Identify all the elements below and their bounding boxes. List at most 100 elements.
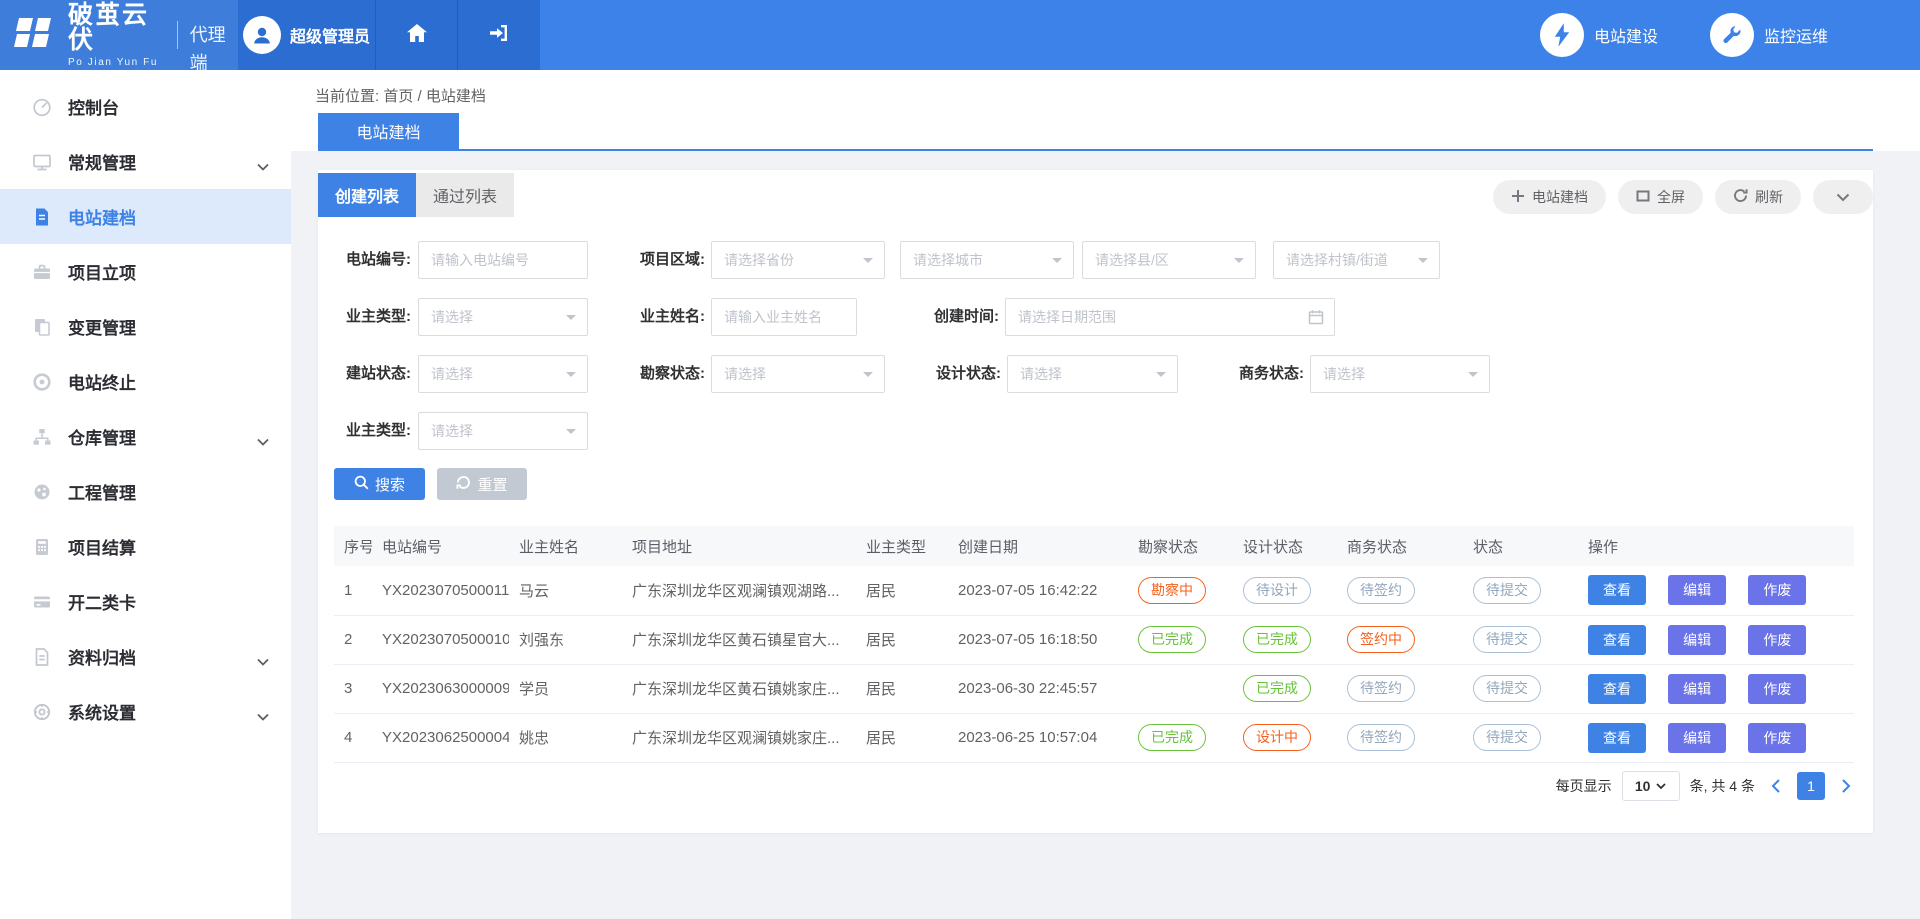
refresh-icon bbox=[1733, 188, 1748, 206]
sidebar-item-station-filing[interactable]: 电站建档 bbox=[0, 189, 291, 244]
next-page-button[interactable] bbox=[1835, 772, 1857, 800]
sidebar-item-project-settlement[interactable]: 项目结算 bbox=[0, 519, 291, 574]
view-button[interactable]: 查看 bbox=[1588, 575, 1646, 605]
chevron-down-icon bbox=[257, 158, 269, 176]
sidebar-item-data-archive[interactable]: 资料归档 bbox=[0, 629, 291, 684]
status-badge: 待提交 bbox=[1473, 577, 1541, 604]
stations-table: 序号 电站编号 业主姓名 项目地址 业主类型 创建日期 勘察状态 设计状态 商务… bbox=[334, 526, 1854, 763]
city-select[interactable]: 请选择城市 bbox=[900, 241, 1074, 279]
fullscreen-button[interactable]: 全屏 bbox=[1618, 180, 1703, 214]
void-button[interactable]: 作废 bbox=[1748, 625, 1806, 655]
sidebar-item-system-settings[interactable]: 系统设置 bbox=[0, 684, 291, 739]
search-button[interactable]: 搜索 bbox=[334, 468, 425, 500]
per-page-select[interactable]: 10 bbox=[1622, 771, 1680, 801]
tab-approved-list[interactable]: 通过列表 bbox=[416, 173, 514, 217]
county-select[interactable]: 请选择县/区 bbox=[1082, 241, 1256, 279]
create-time-label: 创建时间: bbox=[906, 298, 999, 336]
sidebar-item-change-mgmt[interactable]: 变更管理 bbox=[0, 299, 291, 354]
sidebar: 控制台 常规管理 电站建档 项目立项 变更管理 电站终止 仓库管理 工程管理 项… bbox=[0, 70, 291, 919]
list-tabs: 创建列表 通过列表 bbox=[318, 173, 514, 217]
caret-down-icon bbox=[1656, 783, 1666, 789]
current-user[interactable]: 超级管理员 bbox=[238, 0, 375, 70]
sidebar-item-general-mgmt[interactable]: 常规管理 bbox=[0, 134, 291, 189]
status-badge: 勘察中 bbox=[1138, 577, 1206, 604]
breadcrumb-current: 电站建档 bbox=[426, 88, 486, 105]
sidebar-item-warehouse-mgmt[interactable]: 仓库管理 bbox=[0, 409, 291, 464]
refresh-button[interactable]: 刷新 bbox=[1715, 180, 1801, 214]
status-badge: 待签约 bbox=[1347, 724, 1415, 751]
create-time-range-picker[interactable]: 请选择日期范围 bbox=[1005, 298, 1335, 336]
station-no-input[interactable] bbox=[418, 241, 588, 279]
edit-button[interactable]: 编辑 bbox=[1668, 674, 1726, 704]
owner-name-input[interactable] bbox=[711, 298, 857, 336]
status-badge: 待设计 bbox=[1243, 577, 1311, 604]
target-icon bbox=[31, 372, 53, 392]
table-header-row: 序号 电站编号 业主姓名 项目地址 业主类型 创建日期 勘察状态 设计状态 商务… bbox=[334, 526, 1854, 566]
fullscreen-icon bbox=[1636, 189, 1650, 206]
owner-name-label: 业主姓名: bbox=[612, 298, 705, 336]
reset-icon bbox=[456, 475, 471, 494]
edit-button[interactable]: 编辑 bbox=[1668, 575, 1726, 605]
owner-type-label: 业主类型: bbox=[318, 298, 411, 336]
void-button[interactable]: 作废 bbox=[1748, 674, 1806, 704]
portal-label: 代理端 bbox=[177, 21, 238, 49]
build-status-select[interactable]: 请选择 bbox=[418, 355, 588, 393]
create-station-button[interactable]: 电站建档 bbox=[1493, 180, 1606, 214]
station-no-label: 电站编号: bbox=[318, 241, 411, 279]
view-button[interactable]: 查看 bbox=[1588, 723, 1646, 753]
settings-gear-icon bbox=[31, 702, 53, 722]
status-badge: 签约中 bbox=[1347, 626, 1415, 653]
nav-monitor-ops-label: 监控运维 bbox=[1764, 23, 1828, 47]
brand-name: 破茧云伏 bbox=[68, 3, 165, 53]
breadcrumb-home-link[interactable]: 首页 bbox=[383, 88, 413, 105]
table-row: 4 YX2023062500004 姚忠 广东深圳龙华区观澜镇姚家庄... 居民… bbox=[334, 713, 1854, 762]
business-status-label: 商务状态: bbox=[1211, 355, 1304, 393]
logout-button[interactable] bbox=[457, 0, 540, 70]
sidebar-item-station-termination[interactable]: 电站终止 bbox=[0, 354, 291, 409]
sidebar-item-open-type2-card[interactable]: 开二类卡 bbox=[0, 574, 291, 629]
town-select[interactable]: 请选择村镇/街道 bbox=[1273, 241, 1440, 279]
province-select[interactable]: 请选择省份 bbox=[711, 241, 885, 279]
business-status-select[interactable]: 请选择 bbox=[1310, 355, 1490, 393]
void-button[interactable]: 作废 bbox=[1748, 723, 1806, 753]
logout-icon bbox=[488, 23, 510, 48]
survey-status-select[interactable]: 请选择 bbox=[711, 355, 885, 393]
reset-button[interactable]: 重置 bbox=[437, 468, 527, 500]
header-quick-nav: 电站建设 监控运维 bbox=[1540, 0, 1920, 70]
owner-type2-label: 业主类型: bbox=[318, 412, 411, 450]
collapse-toolbar-button[interactable] bbox=[1813, 180, 1873, 214]
logo-icon bbox=[13, 10, 59, 61]
chevron-down-icon bbox=[257, 653, 269, 671]
status-badge: 已完成 bbox=[1243, 675, 1311, 702]
nav-station-build[interactable]: 电站建设 bbox=[1540, 13, 1658, 57]
sidebar-item-project-initiation[interactable]: 项目立项 bbox=[0, 244, 291, 299]
design-status-select[interactable]: 请选择 bbox=[1007, 355, 1178, 393]
view-button[interactable]: 查看 bbox=[1588, 625, 1646, 655]
edit-button[interactable]: 编辑 bbox=[1668, 723, 1726, 753]
owner-type-select[interactable]: 请选择 bbox=[418, 298, 588, 336]
tab-create-list[interactable]: 创建列表 bbox=[318, 173, 416, 217]
calculator-icon bbox=[31, 537, 53, 557]
plus-icon bbox=[1511, 189, 1525, 206]
nav-monitor-ops[interactable]: 监控运维 bbox=[1710, 13, 1828, 57]
card-icon bbox=[31, 592, 53, 612]
monitor-icon bbox=[31, 152, 53, 172]
build-status-label: 建站状态: bbox=[318, 355, 411, 393]
page-1-button[interactable]: 1 bbox=[1797, 772, 1825, 800]
home-button[interactable] bbox=[375, 0, 457, 70]
view-button[interactable]: 查看 bbox=[1588, 674, 1646, 704]
search-icon bbox=[354, 475, 369, 494]
owner-type2-select[interactable]: 请选择 bbox=[418, 412, 588, 450]
total-count-label: 条, 共 4 条 bbox=[1690, 776, 1755, 796]
page-tab-station-filing[interactable]: 电站建档 bbox=[318, 113, 459, 149]
edit-button[interactable]: 编辑 bbox=[1668, 625, 1726, 655]
dashboard-icon bbox=[31, 97, 53, 117]
copy-icon bbox=[31, 317, 53, 337]
void-button[interactable]: 作废 bbox=[1748, 575, 1806, 605]
sidebar-item-engineering-mgmt[interactable]: 工程管理 bbox=[0, 464, 291, 519]
sidebar-item-console[interactable]: 控制台 bbox=[0, 79, 291, 134]
nav-station-build-label: 电站建设 bbox=[1594, 23, 1658, 47]
home-icon bbox=[406, 23, 428, 48]
brand-subtitle: Po Jian Yun Fu bbox=[68, 57, 165, 68]
prev-page-button[interactable] bbox=[1765, 772, 1787, 800]
